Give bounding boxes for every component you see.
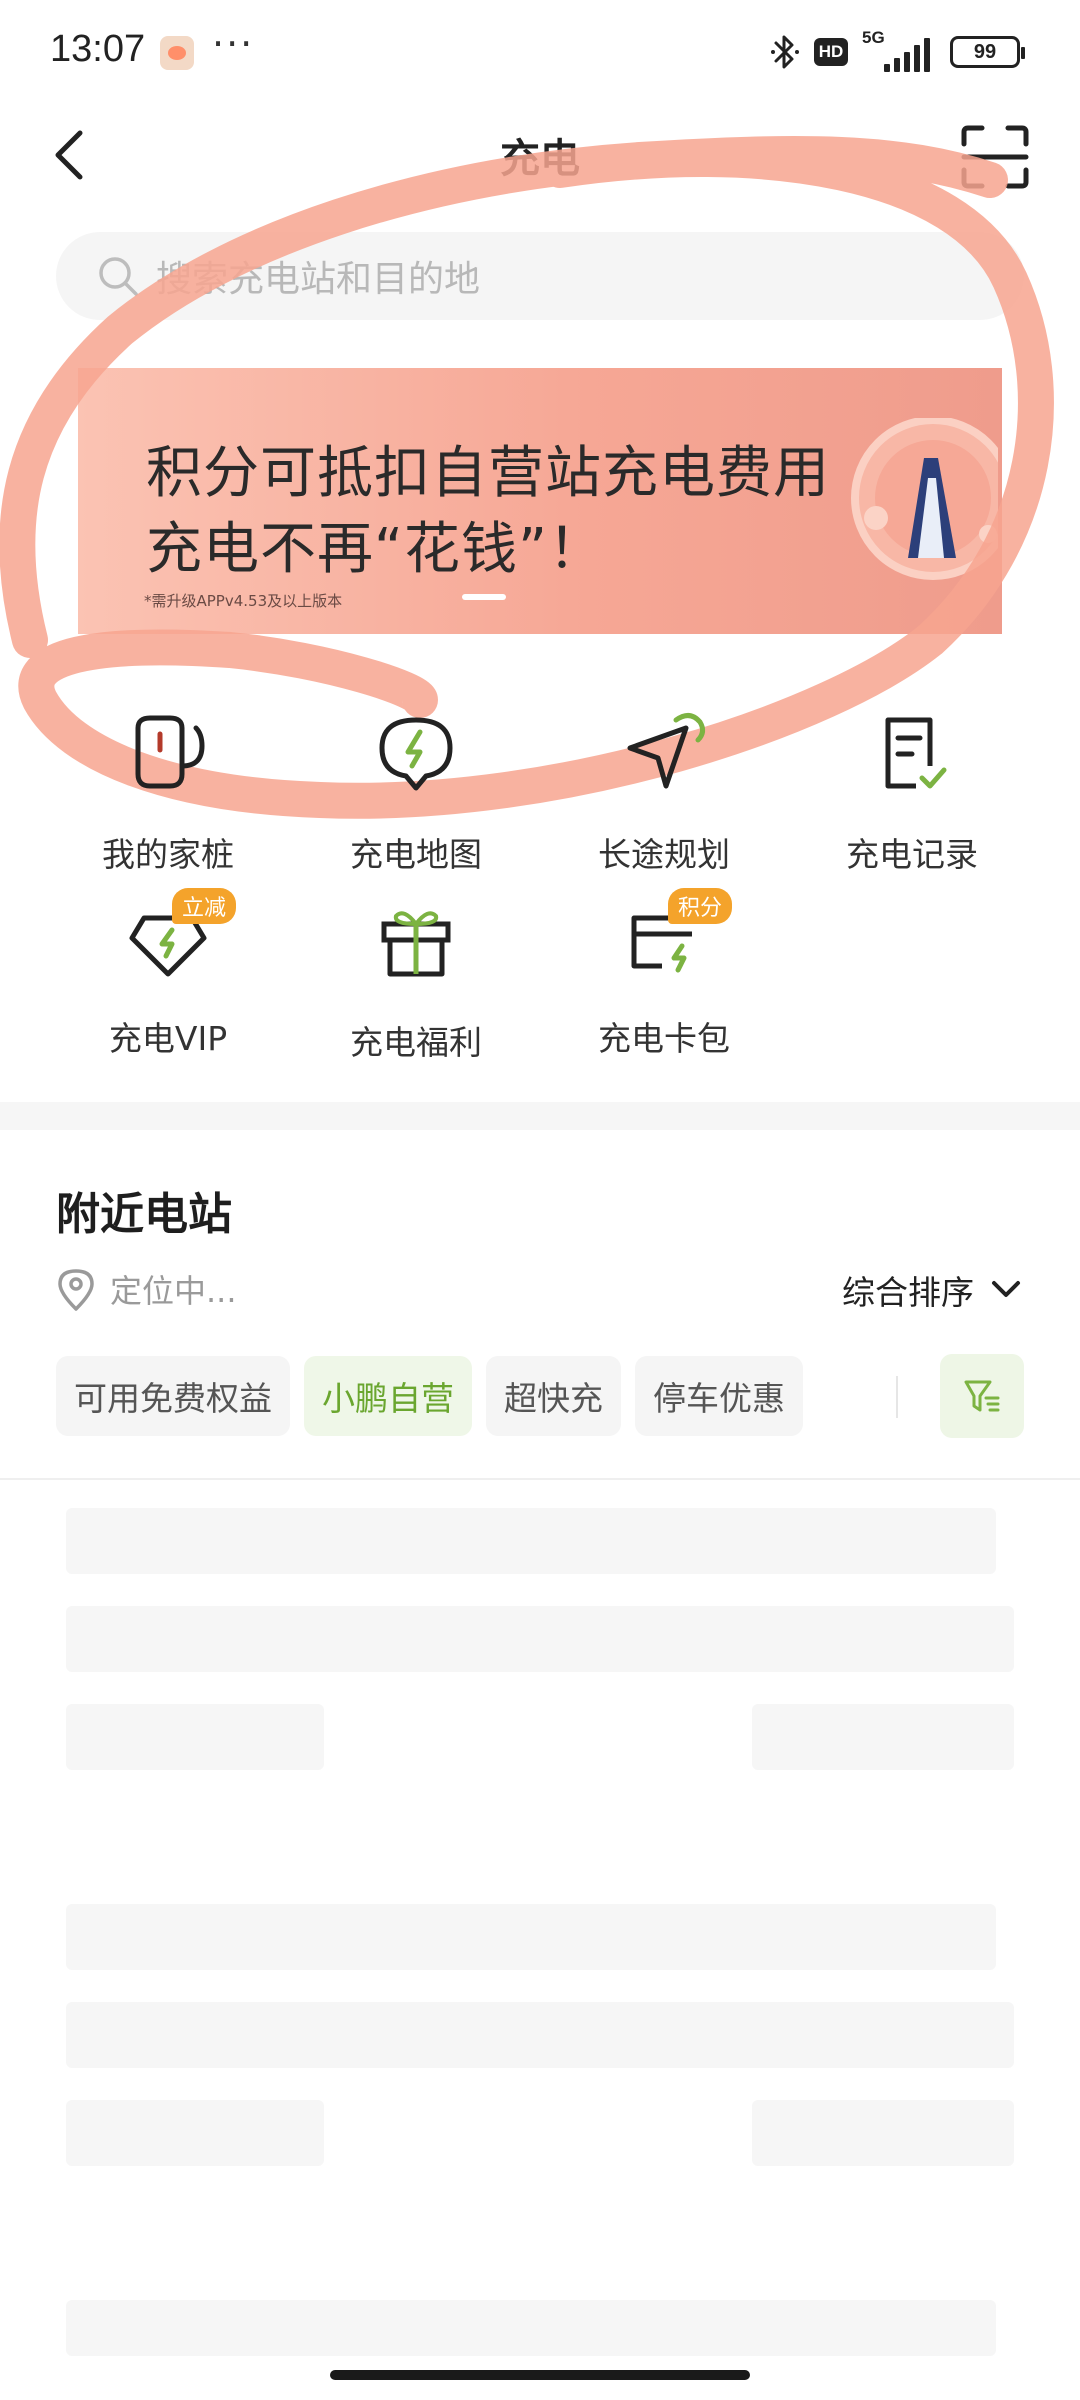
- notification-app-icon: [160, 36, 194, 70]
- location-pin-icon: [58, 1269, 94, 1311]
- shortcut-charging-map[interactable]: 充电地图: [316, 706, 516, 876]
- scan-icon: [961, 125, 1029, 189]
- skeleton-line: [66, 1508, 996, 1574]
- scan-button[interactable]: [960, 124, 1030, 190]
- shortcut-route-planning[interactable]: 长途规划: [564, 706, 764, 876]
- filter-button[interactable]: [940, 1354, 1024, 1438]
- section-divider: [0, 1102, 1080, 1130]
- gift-icon: [381, 911, 451, 977]
- battery-icon: 99: [950, 36, 1025, 68]
- battery-level: 99: [973, 40, 997, 63]
- skeleton-line: [752, 2100, 1014, 2166]
- search-placeholder: 搜索充电站和目的地: [156, 259, 481, 300]
- list-divider: [0, 1478, 1080, 1480]
- banner-note: *需升级APPv4.53及以上版本: [144, 592, 343, 610]
- banner-illustration: [851, 418, 998, 580]
- shortcut-label: 我的家桩: [102, 835, 234, 874]
- home-charger-icon: [135, 715, 205, 789]
- shortcut-charging-record[interactable]: 充电记录: [812, 706, 1012, 876]
- filter-chips: 可用免费权益 小鹏自营 超快充 停车优惠: [56, 1356, 803, 1436]
- signal-icon: 5G: [862, 28, 936, 72]
- status-bar: 13:07 ··· HD 5G 99: [0, 0, 1080, 110]
- filter-chip-xpeng-owned[interactable]: 小鹏自营: [304, 1356, 472, 1436]
- page-title: 充电: [500, 136, 580, 182]
- route-planning-icon: [627, 713, 706, 789]
- card-wallet-icon-wrap: 积分: [616, 888, 732, 990]
- location-status[interactable]: 定位中...: [56, 1266, 237, 1312]
- banner-page-indicator: [462, 594, 506, 600]
- vip-icon-wrap: 立减: [120, 888, 236, 990]
- bluetooth-icon: [771, 35, 799, 69]
- skeleton-line: [66, 2300, 996, 2356]
- banner-subheadline: 充电不再“花钱”！: [146, 517, 606, 582]
- search-icon: [99, 257, 138, 296]
- status-time: 13:07: [50, 28, 146, 70]
- skeleton-line: [66, 2100, 324, 2166]
- network-type-label: 5G: [862, 28, 885, 47]
- shortcut-label: 充电卡包: [598, 1019, 730, 1058]
- filter-chip-free-benefits[interactable]: 可用免费权益: [56, 1356, 290, 1436]
- shortcut-label: 长途规划: [598, 835, 730, 874]
- filter-chip-parking-discount[interactable]: 停车优惠: [635, 1356, 803, 1436]
- filter-separator: [896, 1376, 898, 1418]
- sort-dropdown[interactable]: 综合排序: [842, 1266, 1022, 1314]
- sort-label: 综合排序: [842, 1273, 974, 1312]
- chevron-down-icon: [992, 1281, 1020, 1297]
- shortcut-label: 充电地图: [350, 835, 482, 874]
- skeleton-line: [66, 1904, 996, 1970]
- shortcut-card-wallet[interactable]: 积分 充电卡包: [564, 888, 764, 1060]
- filter-icon: [964, 1380, 1000, 1412]
- shortcut-label: 充电记录: [846, 835, 978, 874]
- more-notifications-icon: ···: [212, 22, 255, 66]
- banner-headline: 积分可抵扣自营站充电费用: [146, 441, 830, 506]
- home-indicator[interactable]: [330, 2370, 750, 2380]
- skeleton-line: [66, 1704, 324, 1770]
- shortcut-benefits[interactable]: 充电福利: [316, 894, 516, 1064]
- skeleton-line: [66, 2002, 1014, 2068]
- hd-icon: HD: [814, 38, 848, 66]
- shortcut-label: 充电福利: [350, 1023, 482, 1062]
- shortcut-vip[interactable]: 立减 充电VIP: [68, 888, 268, 1060]
- search-input[interactable]: 搜索充电站和目的地: [56, 232, 1024, 320]
- charging-record-icon: [885, 717, 947, 789]
- filter-chip-ultra-fast[interactable]: 超快充: [486, 1356, 621, 1436]
- skeleton-line: [66, 1606, 1014, 1672]
- section-title: 附近电站: [56, 1189, 232, 1240]
- promo-banner[interactable]: 积分可抵扣自营站充电费用 充电不再“花钱”！ *需升级APPv4.53及以上版本: [78, 368, 1002, 634]
- location-text: 定位中...: [110, 1272, 237, 1310]
- status-icons: HD 5G 99: [770, 28, 1025, 74]
- shortcut-label: 充电VIP: [108, 1019, 228, 1058]
- points-badge: 积分: [667, 888, 732, 924]
- charging-map-icon: [379, 717, 453, 791]
- vip-discount-badge: 立减: [171, 888, 236, 924]
- skeleton-line: [752, 1704, 1014, 1770]
- shortcut-home-charger[interactable]: 我的家桩: [68, 706, 268, 876]
